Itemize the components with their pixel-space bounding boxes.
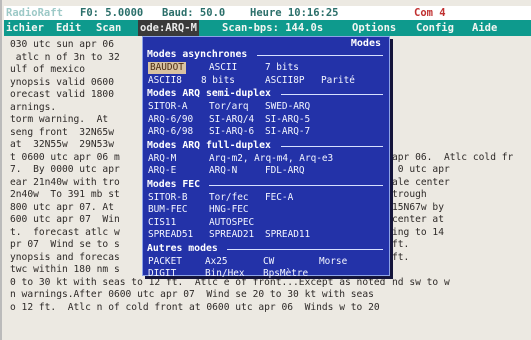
mode-option[interactable]: ARQ-N bbox=[209, 165, 237, 177]
menu-aide[interactable]: Aide bbox=[472, 20, 497, 36]
text-line: o 12 ft. Atlc n of cold front at 0600 ut… bbox=[10, 301, 380, 313]
text-line: 7. By 0000 utc apr bbox=[10, 164, 120, 175]
status-frequency: F0: 5.0000 bbox=[80, 7, 144, 19]
menu-edit[interactable]: Edit bbox=[56, 20, 81, 36]
text-line-right: ing to 14 bbox=[392, 226, 444, 238]
mode-option[interactable]: SI-ARQ/4 bbox=[209, 114, 254, 126]
text-line: pr 07 Wind se to s bbox=[10, 239, 120, 250]
mode-option[interactable]: ARQ-6/98 bbox=[148, 126, 193, 138]
status-baud: Baud: 50.0 bbox=[162, 7, 226, 19]
mode-option[interactable]: 7 bits bbox=[265, 62, 299, 74]
text-line: t. forecast atlc w bbox=[10, 226, 120, 238]
mode-option[interactable]: BpsMètre bbox=[263, 268, 308, 280]
text-line: orecast valid 1800 bbox=[10, 89, 114, 100]
text-line: t 0600 utc apr 06 m bbox=[10, 151, 120, 163]
mode-option[interactable]: AUTOSPEC bbox=[209, 217, 254, 229]
text-line: torm warning. At bbox=[10, 114, 109, 125]
text-line-right: 15N67w by bbox=[392, 201, 444, 213]
mode-option[interactable]: FEC-A bbox=[265, 192, 293, 204]
text-line: 030 utc sun apr 06 bbox=[10, 39, 114, 50]
menu-scan[interactable]: Scan bbox=[96, 20, 121, 36]
status-app-name: RadioRaft bbox=[6, 7, 63, 19]
text-line: ulf of mexico bbox=[10, 64, 86, 75]
mode-option[interactable]: BUM-FEC bbox=[148, 204, 188, 216]
text-line: twc within 180 nm s bbox=[10, 264, 120, 275]
text-line: ynopsis valid 0600 bbox=[10, 76, 114, 88]
mode-option[interactable]: SITOR-A bbox=[148, 101, 188, 113]
menu-mode[interactable]: ode:ARQ-M bbox=[138, 20, 199, 36]
text-line: atlc n of 3n to 32 bbox=[10, 51, 120, 63]
mode-option[interactable]: CIS11 bbox=[148, 217, 176, 229]
mode-option[interactable]: SWED-ARQ bbox=[265, 101, 310, 113]
mode-option[interactable]: Morse bbox=[319, 256, 347, 268]
text-line-right: trough bbox=[392, 189, 427, 200]
section-header: Modes asynchrones bbox=[147, 49, 248, 60]
text-line: at 32N55w 29N53w bbox=[10, 139, 114, 150]
status-bar: RadioRaft F0: 5.0000 Baud: 50.0 Heure 10… bbox=[4, 6, 531, 20]
section-header: Modes ARQ semi-duplex bbox=[147, 88, 271, 99]
text-line: arnings. bbox=[10, 101, 57, 113]
app-window: RadioRaft F0: 5.0000 Baud: 50.0 Heure 10… bbox=[0, 0, 531, 340]
menu-options[interactable]: Options bbox=[352, 20, 396, 36]
menu-fichier[interactable]: ichier bbox=[6, 20, 44, 36]
text-line: seng front 32N65w bbox=[10, 126, 114, 138]
mode-option[interactable]: PACKET bbox=[148, 256, 182, 268]
mode-option[interactable]: Parité bbox=[321, 75, 355, 87]
text-line: ynopsis and forecas bbox=[10, 251, 120, 263]
section-header: Modes FEC bbox=[147, 178, 201, 190]
mode-option[interactable]: Tor/fec bbox=[209, 192, 249, 204]
modes-menu-panel: Modes Modes asynchrones BAUDOT ASCII 7 bits… bbox=[142, 36, 390, 279]
section-divider bbox=[281, 94, 383, 95]
mode-option[interactable]: Arq-m2, Arq-m4, Arq-e3 bbox=[209, 153, 333, 165]
mode-option[interactable]: Ax25 bbox=[205, 256, 228, 268]
mode-option[interactable]: SI-ARQ-5 bbox=[265, 114, 310, 126]
mode-option[interactable]: CW bbox=[263, 256, 274, 268]
mode-option[interactable]: ASCII8 bbox=[148, 75, 182, 87]
mode-option[interactable]: ASCII bbox=[209, 62, 237, 74]
text-line-right: apr 06. Atlc cold fr bbox=[392, 151, 514, 163]
status-time: Heure 10:16:25 bbox=[250, 7, 339, 19]
text-line: 600 utc apr 07 Win bbox=[10, 214, 120, 225]
section-divider bbox=[281, 145, 383, 147]
mode-option[interactable]: Tor/arq bbox=[209, 101, 249, 113]
text-line-right: ft. bbox=[392, 251, 410, 263]
modes-menu-title: Modes bbox=[350, 38, 381, 49]
text-line: 800 utc apr 07. At bbox=[10, 201, 114, 213]
mode-option[interactable]: SPREAD51 bbox=[148, 229, 193, 241]
text-line: ear 21n40w with tro bbox=[10, 176, 120, 188]
mode-option[interactable]: ARQ-M bbox=[148, 153, 176, 165]
mode-option[interactable]: ARQ-E bbox=[148, 165, 176, 177]
section-header: Autres modes bbox=[147, 242, 218, 254]
text-line-right: ft. bbox=[392, 239, 410, 250]
mode-option[interactable]: FDL-ARQ bbox=[265, 165, 305, 177]
mode-option[interactable]: SITOR-B bbox=[148, 192, 188, 204]
mode-option[interactable]: HNG-FEC bbox=[209, 204, 249, 216]
mode-option[interactable]: SPREAD11 bbox=[265, 229, 310, 241]
mode-option[interactable]: SI-ARQ-6 bbox=[209, 126, 254, 138]
section-divider bbox=[209, 184, 383, 186]
section-divider bbox=[227, 248, 383, 250]
text-line-right: center at bbox=[392, 214, 444, 225]
text-line: n warnings.After 0600 utc apr 07 Wind se… bbox=[10, 289, 374, 300]
section-divider bbox=[257, 55, 383, 56]
section-header: Modes ARQ full-duplex bbox=[147, 139, 271, 151]
text-line: 2n40w To 391 mb st bbox=[10, 189, 120, 200]
mode-option[interactable]: BAUDOT bbox=[148, 62, 186, 74]
text-line: 0 to 30 kt with seas to 12 ft. Atlc e of… bbox=[10, 276, 386, 288]
mode-option[interactable]: ASCII8P bbox=[265, 75, 305, 87]
menu-bar: ichier Edit Scan ode:ARQ-M Scan-bps: 144… bbox=[4, 20, 531, 36]
menu-scan-bps[interactable]: Scan-bps: 144.0s bbox=[222, 20, 323, 36]
text-line-right: 0 utc apr bbox=[392, 164, 450, 175]
mode-option[interactable]: Bin/Hex bbox=[205, 268, 245, 280]
menu-config[interactable]: Config bbox=[416, 20, 454, 36]
mode-option[interactable]: SPREAD21 bbox=[209, 229, 254, 241]
mode-option[interactable]: 8 bits bbox=[201, 75, 235, 87]
mode-option[interactable]: DIGIT bbox=[148, 268, 176, 280]
status-port: Com 4 bbox=[414, 7, 446, 19]
mode-option[interactable]: ARQ-6/90 bbox=[148, 114, 193, 126]
text-line-right: nd sw to w bbox=[392, 276, 450, 288]
mode-option[interactable]: SI-ARQ-7 bbox=[265, 126, 310, 138]
text-line-right: ale center bbox=[392, 176, 450, 188]
